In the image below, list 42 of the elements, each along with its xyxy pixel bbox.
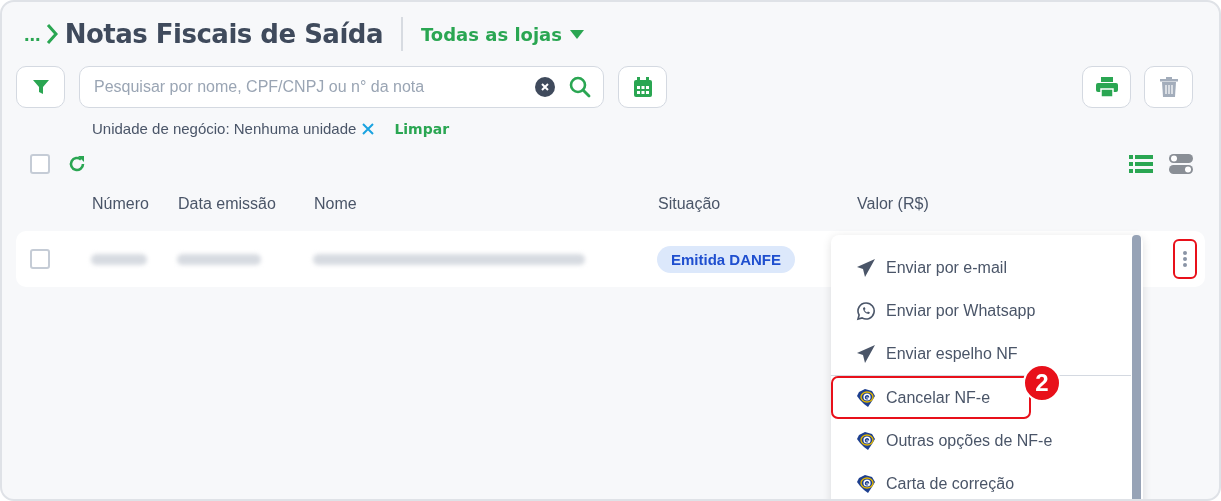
caret-icon xyxy=(569,29,584,39)
menu-item[interactable]: Outras opções de NF-e xyxy=(831,419,1131,462)
column-header: Nome xyxy=(314,195,358,213)
toggle-icon[interactable] xyxy=(1169,154,1193,174)
row-checkbox[interactable] xyxy=(30,249,50,269)
search-field[interactable]: Pesquisar por nome, CPF/CNPJ ou n° da nota xyxy=(92,77,521,97)
vertical-dots-icon xyxy=(1183,251,1187,267)
status-badge: Emitida DANFE xyxy=(657,245,795,273)
delete-button[interactable] xyxy=(1144,66,1193,108)
filter-icon xyxy=(32,79,49,95)
paper-plane-icon xyxy=(856,257,876,278)
printer-icon xyxy=(1095,77,1118,97)
print-button[interactable] xyxy=(1082,66,1131,108)
map-e-icon xyxy=(856,473,876,494)
menu-item[interactable]: Enviar por e-mail xyxy=(831,246,1131,289)
trash-icon xyxy=(1159,77,1178,97)
map-e-icon xyxy=(856,387,876,408)
menu-item[interactable]: Enviar por Whatsapp xyxy=(831,289,1131,332)
column-header: Número xyxy=(92,195,150,213)
map-e-icon xyxy=(856,430,876,451)
list-view-icon[interactable] xyxy=(1129,154,1153,174)
chat-bubble-icon xyxy=(856,300,876,321)
paper-plane-icon xyxy=(856,343,876,364)
refresh-icon[interactable] xyxy=(68,155,86,173)
calendar-button[interactable] xyxy=(618,66,667,108)
select-all-checkbox[interactable] xyxy=(30,154,50,174)
blurred-text xyxy=(91,253,147,265)
calendar-icon xyxy=(633,77,652,97)
column-header: Valor (R$) xyxy=(857,195,930,213)
scrollbar[interactable] xyxy=(1132,235,1141,499)
close-icon[interactable] xyxy=(362,122,375,135)
page-title: Notas Fiscais de Saída xyxy=(64,19,383,49)
filter-button[interactable] xyxy=(16,66,65,108)
menu-item[interactable]: Carta de correção xyxy=(831,462,1131,499)
column-header: Data emissão xyxy=(178,195,277,213)
chevron-right-icon xyxy=(44,23,59,45)
more-options-button[interactable] xyxy=(1173,239,1197,279)
filter-chip-label: Unidade de negócio: Nenhuma unidade xyxy=(92,120,357,137)
clear-icon[interactable] xyxy=(535,77,555,97)
search-icon[interactable] xyxy=(569,76,591,98)
column-header: Situação xyxy=(658,195,722,213)
search-bar[interactable]: Pesquisar por nome, CPF/CNPJ ou n° da nota xyxy=(79,66,604,108)
